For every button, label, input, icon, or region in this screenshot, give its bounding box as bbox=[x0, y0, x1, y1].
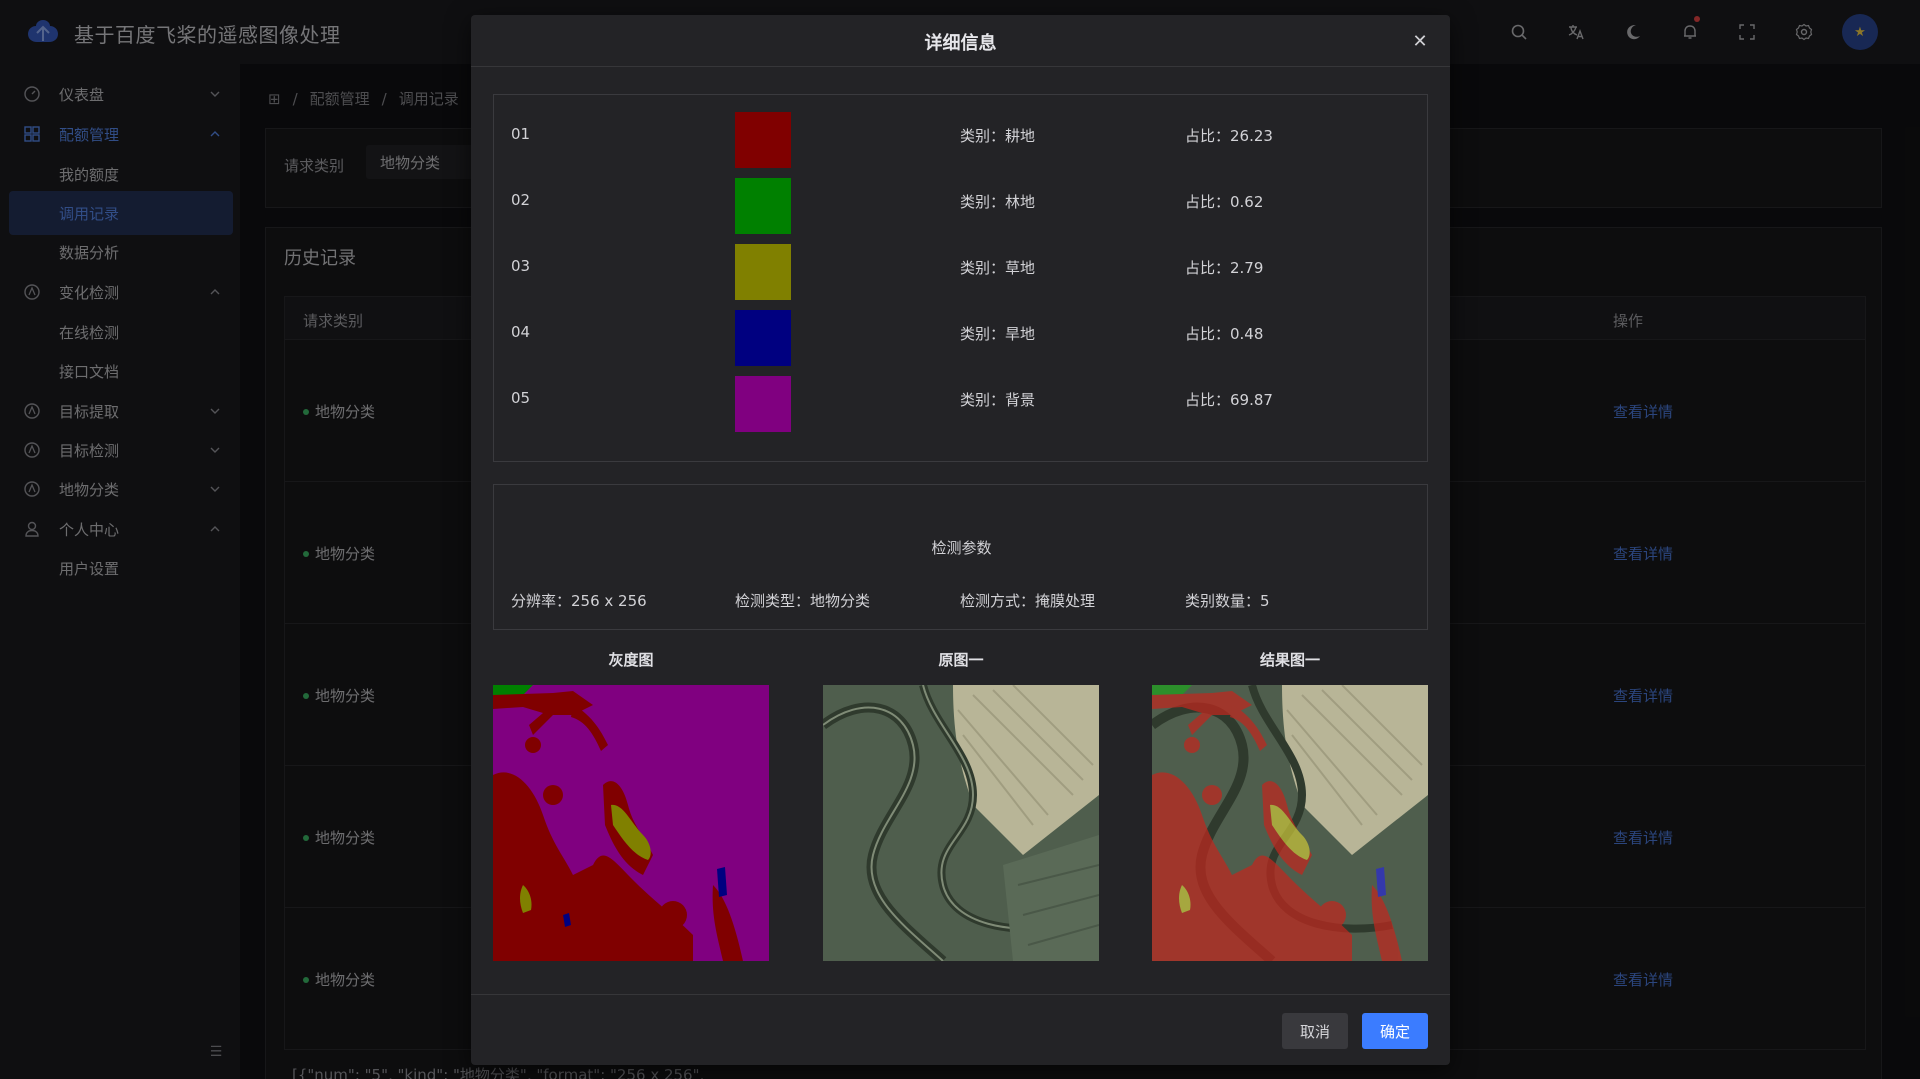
modal-title: 详细信息 bbox=[924, 33, 997, 54]
legend-kind: 类别：草地 bbox=[960, 259, 1036, 277]
cancel-button[interactable]: 取消 bbox=[1282, 1013, 1348, 1049]
legend-number: 03 bbox=[511, 257, 531, 275]
legend-number: 01 bbox=[511, 125, 531, 143]
mask-map bbox=[493, 685, 769, 961]
legend-row: 04 类别：旱地 占比：0.48 bbox=[494, 299, 1429, 366]
legend-number: 04 bbox=[511, 323, 531, 341]
legend-kind: 类别：背景 bbox=[960, 391, 1036, 409]
original-image[interactable] bbox=[823, 685, 1099, 961]
legend-row: 01 类别：耕地 占比：26.23 bbox=[494, 101, 1429, 168]
color-swatch bbox=[735, 376, 791, 432]
result-image[interactable] bbox=[1152, 685, 1428, 961]
result-image-title: 结果图一 bbox=[1259, 651, 1320, 669]
color-swatch bbox=[735, 310, 791, 366]
class-legend: 01 类别：耕地 占比：26.23 02 类别：林地 占比：0.62 03 类别… bbox=[493, 94, 1428, 462]
legend-row: 03 类别：草地 占比：2.79 bbox=[494, 233, 1429, 300]
result-overlay bbox=[1152, 685, 1428, 961]
legend-row: 05 类别：背景 占比：69.87 bbox=[494, 365, 1429, 432]
legend-kind: 类别：林地 bbox=[960, 193, 1036, 211]
color-swatch bbox=[735, 244, 791, 300]
detection-params: 检测参数 分辨率：256 x 256 检测类型：地物分类 检测方式：掩膜处理 类… bbox=[493, 484, 1428, 630]
color-swatch bbox=[735, 112, 791, 168]
param-type: 检测类型：地物分类 bbox=[735, 592, 871, 610]
details-modal: 详细信息 ✕ 01 类别：耕地 占比：26.23 02 类别：林地 占比：0.6… bbox=[471, 15, 1450, 1065]
legend-ratio: 占比：0.62 bbox=[1185, 193, 1264, 211]
close-icon[interactable]: ✕ bbox=[1408, 29, 1432, 53]
legend-number: 02 bbox=[511, 191, 531, 209]
color-swatch bbox=[735, 178, 791, 234]
legend-row: 02 类别：林地 占比：0.62 bbox=[494, 167, 1429, 234]
param-method: 检测方式：掩膜处理 bbox=[960, 592, 1096, 610]
legend-kind: 类别：旱地 bbox=[960, 325, 1036, 343]
legend-ratio: 占比：0.48 bbox=[1185, 325, 1264, 343]
gray-image-title: 灰度图 bbox=[608, 651, 654, 669]
legend-kind: 类别：耕地 bbox=[960, 127, 1036, 145]
ok-button[interactable]: 确定 bbox=[1362, 1013, 1428, 1049]
param-resolution: 分辨率：256 x 256 bbox=[511, 592, 647, 610]
param-count: 类别数量：5 bbox=[1185, 592, 1270, 610]
legend-number: 05 bbox=[511, 389, 531, 407]
legend-ratio: 占比：69.87 bbox=[1185, 391, 1273, 409]
params-title: 检测参数 bbox=[931, 539, 992, 557]
gray-mask-image[interactable] bbox=[493, 685, 769, 961]
original-image-title: 原图一 bbox=[938, 651, 984, 669]
modal-footer: 取消 确定 bbox=[471, 994, 1450, 1065]
satellite-image bbox=[823, 685, 1099, 961]
legend-ratio: 占比：2.79 bbox=[1185, 259, 1264, 277]
modal-header: 详细信息 ✕ bbox=[471, 15, 1450, 67]
legend-ratio: 占比：26.23 bbox=[1185, 127, 1273, 145]
